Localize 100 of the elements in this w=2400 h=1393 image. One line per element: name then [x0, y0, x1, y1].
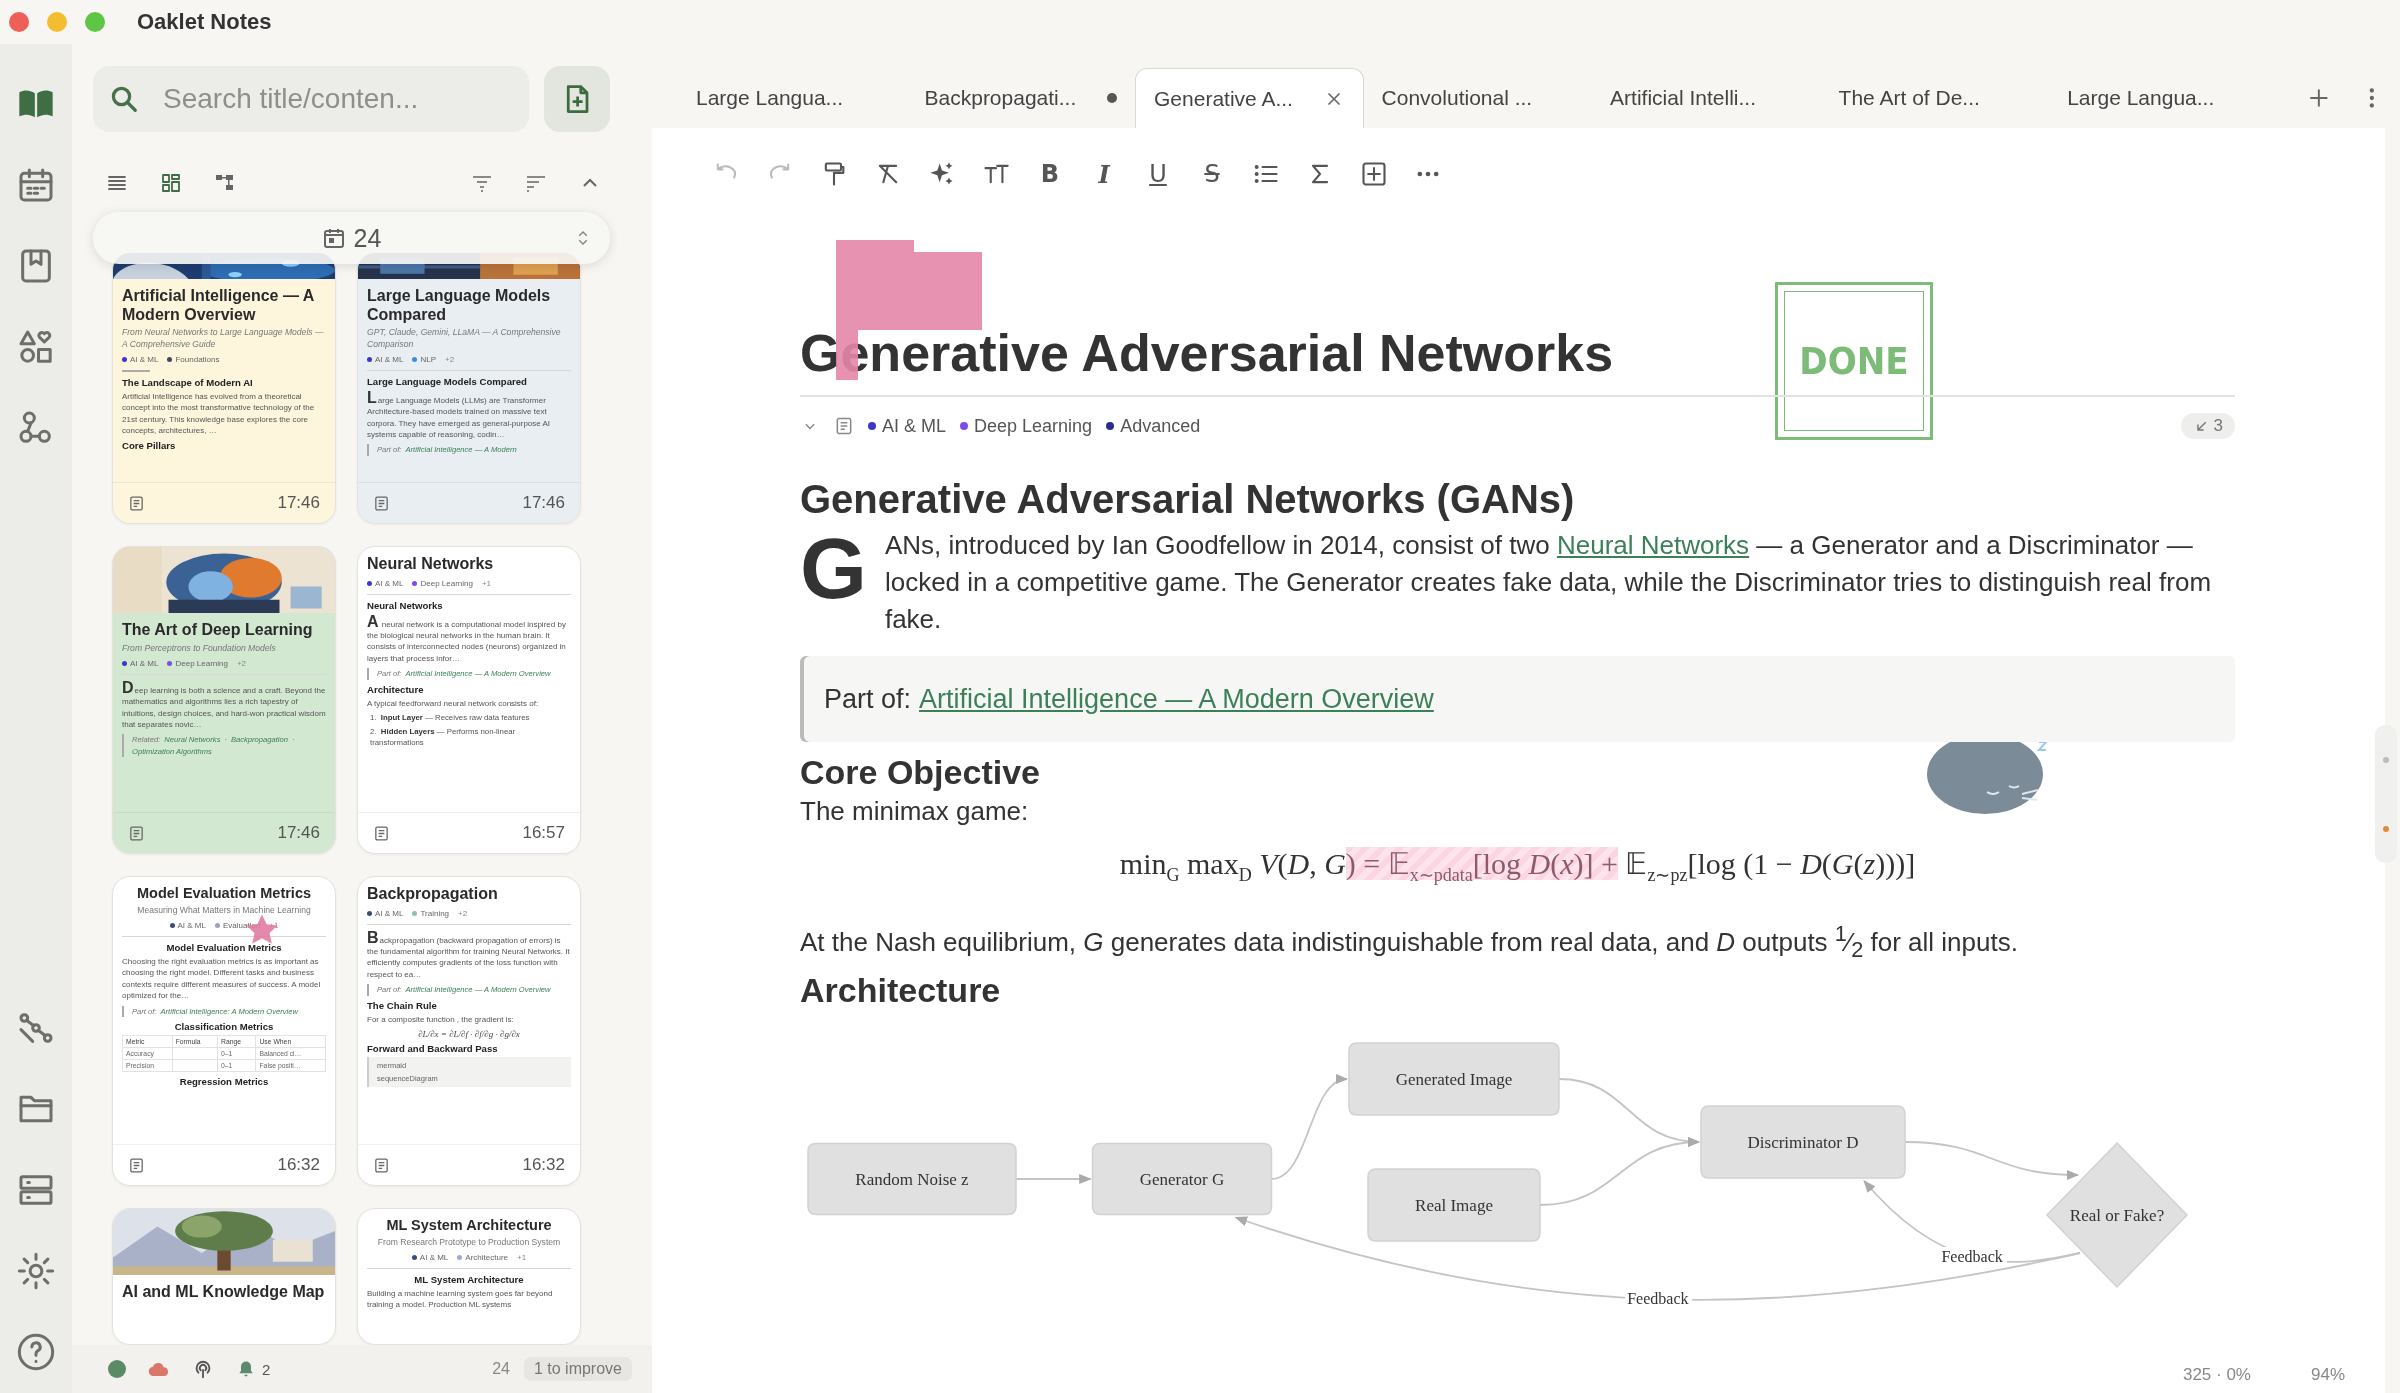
- note-link[interactable]: Artificial Intelligence — A Modern Overview: [919, 683, 1434, 715]
- diagram-node: Random Noise z: [807, 1143, 1017, 1216]
- card-subtitle: From Neural Networks to Large Language Models — A Comprehensive Guide: [122, 327, 325, 350]
- card-title: Model Evaluation Metrics: [135, 885, 312, 902]
- help-icon[interactable]: [16, 1332, 56, 1372]
- tab[interactable]: Artificial Intelli...: [1592, 68, 1821, 128]
- word-count: 325 · 0%: [2182, 1365, 2251, 1385]
- grid-view-icon[interactable]: [159, 171, 183, 195]
- card-heading: The Chain Rule: [367, 999, 438, 1011]
- more-tags-count: +1: [481, 578, 492, 588]
- tag[interactable]: Training: [412, 908, 450, 918]
- tag[interactable]: Deep Learning: [960, 415, 1093, 437]
- note-card[interactable]: [112, 546, 336, 854]
- more-tags-count: +2: [458, 908, 468, 918]
- document-icon: [128, 824, 145, 842]
- date-group-header[interactable]: 24: [93, 212, 610, 264]
- card-heading: Neural Networks: [367, 599, 444, 611]
- card-paragraph: Large Language Models (LLMs) are Transformer Architecture-based models trained on massive text corpora. They have emerged as general-purpose AI systems capable of reasoning, codin…: [367, 389, 552, 441]
- italic-button[interactable]: I: [1090, 159, 1118, 189]
- note-card[interactable]: [357, 1208, 581, 1345]
- paragraph: The minimax game:: [800, 794, 1030, 828]
- tab[interactable]: Convolutional ...: [1363, 68, 1593, 128]
- quote-label: Part of:: [824, 683, 912, 715]
- card-heading: Large Language Models Compared: [367, 375, 528, 387]
- bold-button[interactable]: B: [1036, 160, 1064, 188]
- paragraph: At the Nash equilibrium, G generates data indistinguishable from real data, and D outputs $^{1}$⁄$_{2}$ for all inputs.: [800, 919, 2019, 964]
- tab[interactable]: Large Langua...: [678, 68, 907, 128]
- underline-button[interactable]: U: [1144, 160, 1172, 188]
- diagram-node: Discriminator D: [1700, 1105, 1906, 1180]
- tab[interactable]: Large Langua...: [2049, 68, 2278, 128]
- settings-icon[interactable]: [16, 1251, 56, 1291]
- close-window-button[interactable]: [9, 12, 29, 32]
- diagram-node: Real Image: [1367, 1168, 1541, 1243]
- backlinks-badge[interactable]: 3: [2180, 413, 2235, 439]
- modified-time: 17:46: [522, 493, 565, 513]
- card-heading: The Landscape of Modern AI: [122, 376, 254, 388]
- strike-button[interactable]: S: [1198, 160, 1226, 188]
- note-card[interactable]: [112, 876, 336, 1186]
- tab[interactable]: Generative A...: [1135, 68, 1364, 128]
- modified-time: 17:46: [277, 493, 320, 513]
- card-paragraph: A typical feedforward neural network consists of:: [367, 697, 540, 709]
- document-icon: [373, 1156, 390, 1174]
- more-tags-count: +1: [517, 1253, 527, 1263]
- tag[interactable]: AI & ML: [367, 908, 404, 918]
- calendar-icon: [321, 226, 346, 250]
- card-subtitle: From Research Prototype to Production System: [376, 1236, 562, 1249]
- card-heading: Core Pillars: [122, 440, 177, 452]
- improve-badge[interactable]: 1 to improve: [523, 1357, 632, 1381]
- card-heading: Forward and Backward Pass: [367, 1042, 499, 1054]
- diagram-node: Generated Image: [1348, 1042, 1560, 1117]
- modified-time: 16:32: [277, 1155, 320, 1175]
- modified-time: 16:57: [522, 823, 565, 843]
- document-icon[interactable]: [834, 416, 854, 436]
- formula: min$_{G}$ max$_{D}$ V(D, G) = 𝔼$_{x∼pdata}$[log D(x)] + 𝔼$_{z∼pz}$[log (1 − D(G(z)))]: [1118, 845, 1917, 887]
- more-tags-count: +2: [445, 354, 455, 364]
- tag[interactable]: Advanced: [1106, 415, 1201, 437]
- card-subtitle: Measuring What Matters in Machine Learning: [136, 904, 312, 917]
- tag[interactable]: AI & ML: [367, 578, 404, 588]
- note-count: 24: [492, 1360, 510, 1378]
- tag[interactable]: AI & ML: [411, 1253, 449, 1263]
- card-title: AI and ML Knowledge Map: [122, 1283, 326, 1302]
- note-count: 24: [353, 223, 382, 253]
- card-heading: Architecture: [367, 683, 425, 695]
- note-link[interactable]: Neural Networks: [1556, 530, 1750, 560]
- zoom-level[interactable]: 94%: [2310, 1365, 2345, 1385]
- tag[interactable]: AI & ML: [169, 921, 206, 931]
- card-heading: ML System Architecture: [413, 1274, 525, 1286]
- note-card[interactable]: AI and ML Knowledge Map: [112, 1208, 336, 1345]
- card-paragraph: A neural network is a computational model inspired by the biological neural networks in the human brain. It consists of interconnected nodes (neurons) organized in layers that process infor…: [367, 613, 567, 665]
- heading: Core Objective: [800, 752, 1041, 793]
- tag[interactable]: Architecture: [457, 1253, 508, 1263]
- diagram-node: Generator G: [1091, 1143, 1273, 1216]
- paragraph: G ANs, introduced by Ian Goodfellow in 2014, consist of two Neural Networks — a Generator and a Discriminator — locked in a competitive game. The Generator creates fake data, while the Discriminator tries to distinguish real from fake.: [800, 527, 2213, 636]
- document-icon: [373, 824, 390, 842]
- cloud-icon[interactable]: [148, 1361, 170, 1377]
- card-heading: Model Evaluation Metrics: [165, 942, 283, 954]
- tag[interactable]: Foundations: [167, 354, 220, 364]
- tag[interactable]: AI & ML: [122, 354, 159, 364]
- card-title: ML System Architecture: [385, 1217, 553, 1234]
- tab[interactable]: The Art of De...: [1820, 68, 2050, 128]
- card-paragraph: For a composite function , the gradient is:: [367, 1013, 515, 1025]
- search-icon: [109, 84, 139, 114]
- tag[interactable]: AI & ML: [868, 415, 947, 437]
- card-paragraph: Choosing the right evaluation metrics is as important as choosing the right model. Different tasks and business contexts require different measures of success. A model optimized for the…: [122, 956, 322, 1002]
- tag[interactable]: AI & ML: [367, 354, 404, 364]
- card-paragraph: Backpropagation (backward propagation of errors) is the fundamental algorithm for training Neural Networks. It efficiently computes gradients of the loss function with respect to ea…: [367, 929, 571, 981]
- insert-block-icon[interactable]: [1360, 160, 1388, 188]
- card-paragraph: Building a machine learning system goes far beyond training a model. Production ML systems: [367, 1288, 554, 1311]
- document-icon: [373, 494, 390, 512]
- card-heading: Classification Metrics: [173, 1020, 275, 1032]
- tag[interactable]: Deep Learning: [167, 658, 228, 668]
- new-note-button[interactable]: [544, 66, 610, 132]
- window-title: Oaklet Notes: [137, 9, 272, 35]
- tag[interactable]: Deep Learning: [412, 578, 473, 588]
- tab[interactable]: Backpropagati...: [906, 68, 1136, 128]
- card-title: Backpropagation: [367, 885, 499, 904]
- tag[interactable]: NLP: [412, 354, 436, 364]
- search-field[interactable]: Search title/conten...: [93, 66, 529, 132]
- tag[interactable]: AI & ML: [122, 658, 159, 668]
- sync-status-icon[interactable]: [108, 1360, 126, 1378]
